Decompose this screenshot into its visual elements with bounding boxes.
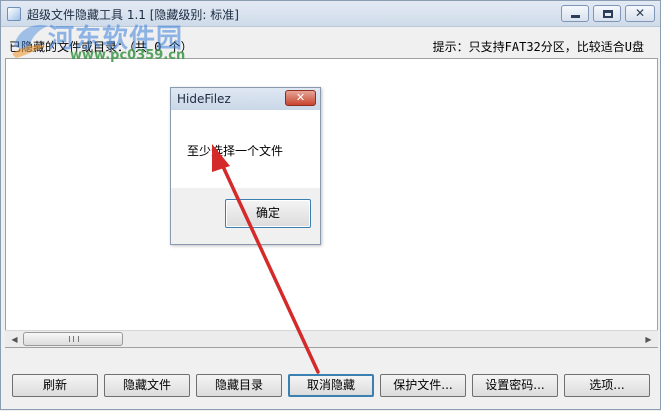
app-icon xyxy=(7,7,21,21)
main-window: 超级文件隐藏工具 1.1 [隐藏级别: 标准] ✕ 已隐藏的文件或目录：（共 0… xyxy=(0,0,661,410)
window-title: 超级文件隐藏工具 1.1 [隐藏级别: 标准] xyxy=(27,8,239,22)
dialog-close-button[interactable]: ✕ xyxy=(285,90,316,106)
scroll-thumb[interactable] xyxy=(23,332,123,346)
hide-directory-button[interactable]: 隐藏目录 xyxy=(196,374,282,397)
scroll-grip-icon xyxy=(69,336,79,342)
maximize-button[interactable] xyxy=(593,5,621,22)
message-dialog: HideFilez ✕ 至少选择一个文件 确定 xyxy=(170,87,321,245)
button-bar: 刷新 隐藏文件 隐藏目录 取消隐藏 保护文件... 设置密码... 选项... xyxy=(1,349,661,411)
close-icon: ✕ xyxy=(634,6,646,20)
dialog-title-bar[interactable]: HideFilez ✕ xyxy=(171,88,320,110)
dialog-ok-button[interactable]: 确定 xyxy=(225,199,311,228)
dialog-body: 至少选择一个文件 xyxy=(171,110,320,188)
protect-file-button[interactable]: 保护文件... xyxy=(380,374,466,397)
scroll-left-icon[interactable]: ◀ xyxy=(6,332,23,347)
horizontal-scrollbar[interactable]: ◀ ▶ xyxy=(5,330,658,347)
hint-label: 提示：只支持FAT32分区，比较适合U盘 xyxy=(432,40,644,54)
scroll-right-icon[interactable]: ▶ xyxy=(640,332,657,347)
close-button[interactable]: ✕ xyxy=(625,5,655,22)
unhide-button[interactable]: 取消隐藏 xyxy=(288,374,374,397)
hide-file-button[interactable]: 隐藏文件 xyxy=(104,374,190,397)
dialog-message: 至少选择一个文件 xyxy=(187,144,284,158)
close-icon: ✕ xyxy=(295,91,306,104)
hidden-files-list[interactable] xyxy=(5,58,658,348)
dialog-title: HideFilez xyxy=(177,92,231,106)
maximize-icon xyxy=(603,10,613,18)
options-button[interactable]: 选项... xyxy=(564,374,650,397)
minimize-icon xyxy=(571,15,580,18)
hidden-count-label: 已隐藏的文件或目录：（共 0 个） xyxy=(9,40,193,54)
title-bar[interactable]: 超级文件隐藏工具 1.1 [隐藏级别: 标准] ✕ xyxy=(1,1,660,27)
minimize-button[interactable] xyxy=(561,5,589,22)
set-password-button[interactable]: 设置密码... xyxy=(472,374,558,397)
refresh-button[interactable]: 刷新 xyxy=(12,374,98,397)
